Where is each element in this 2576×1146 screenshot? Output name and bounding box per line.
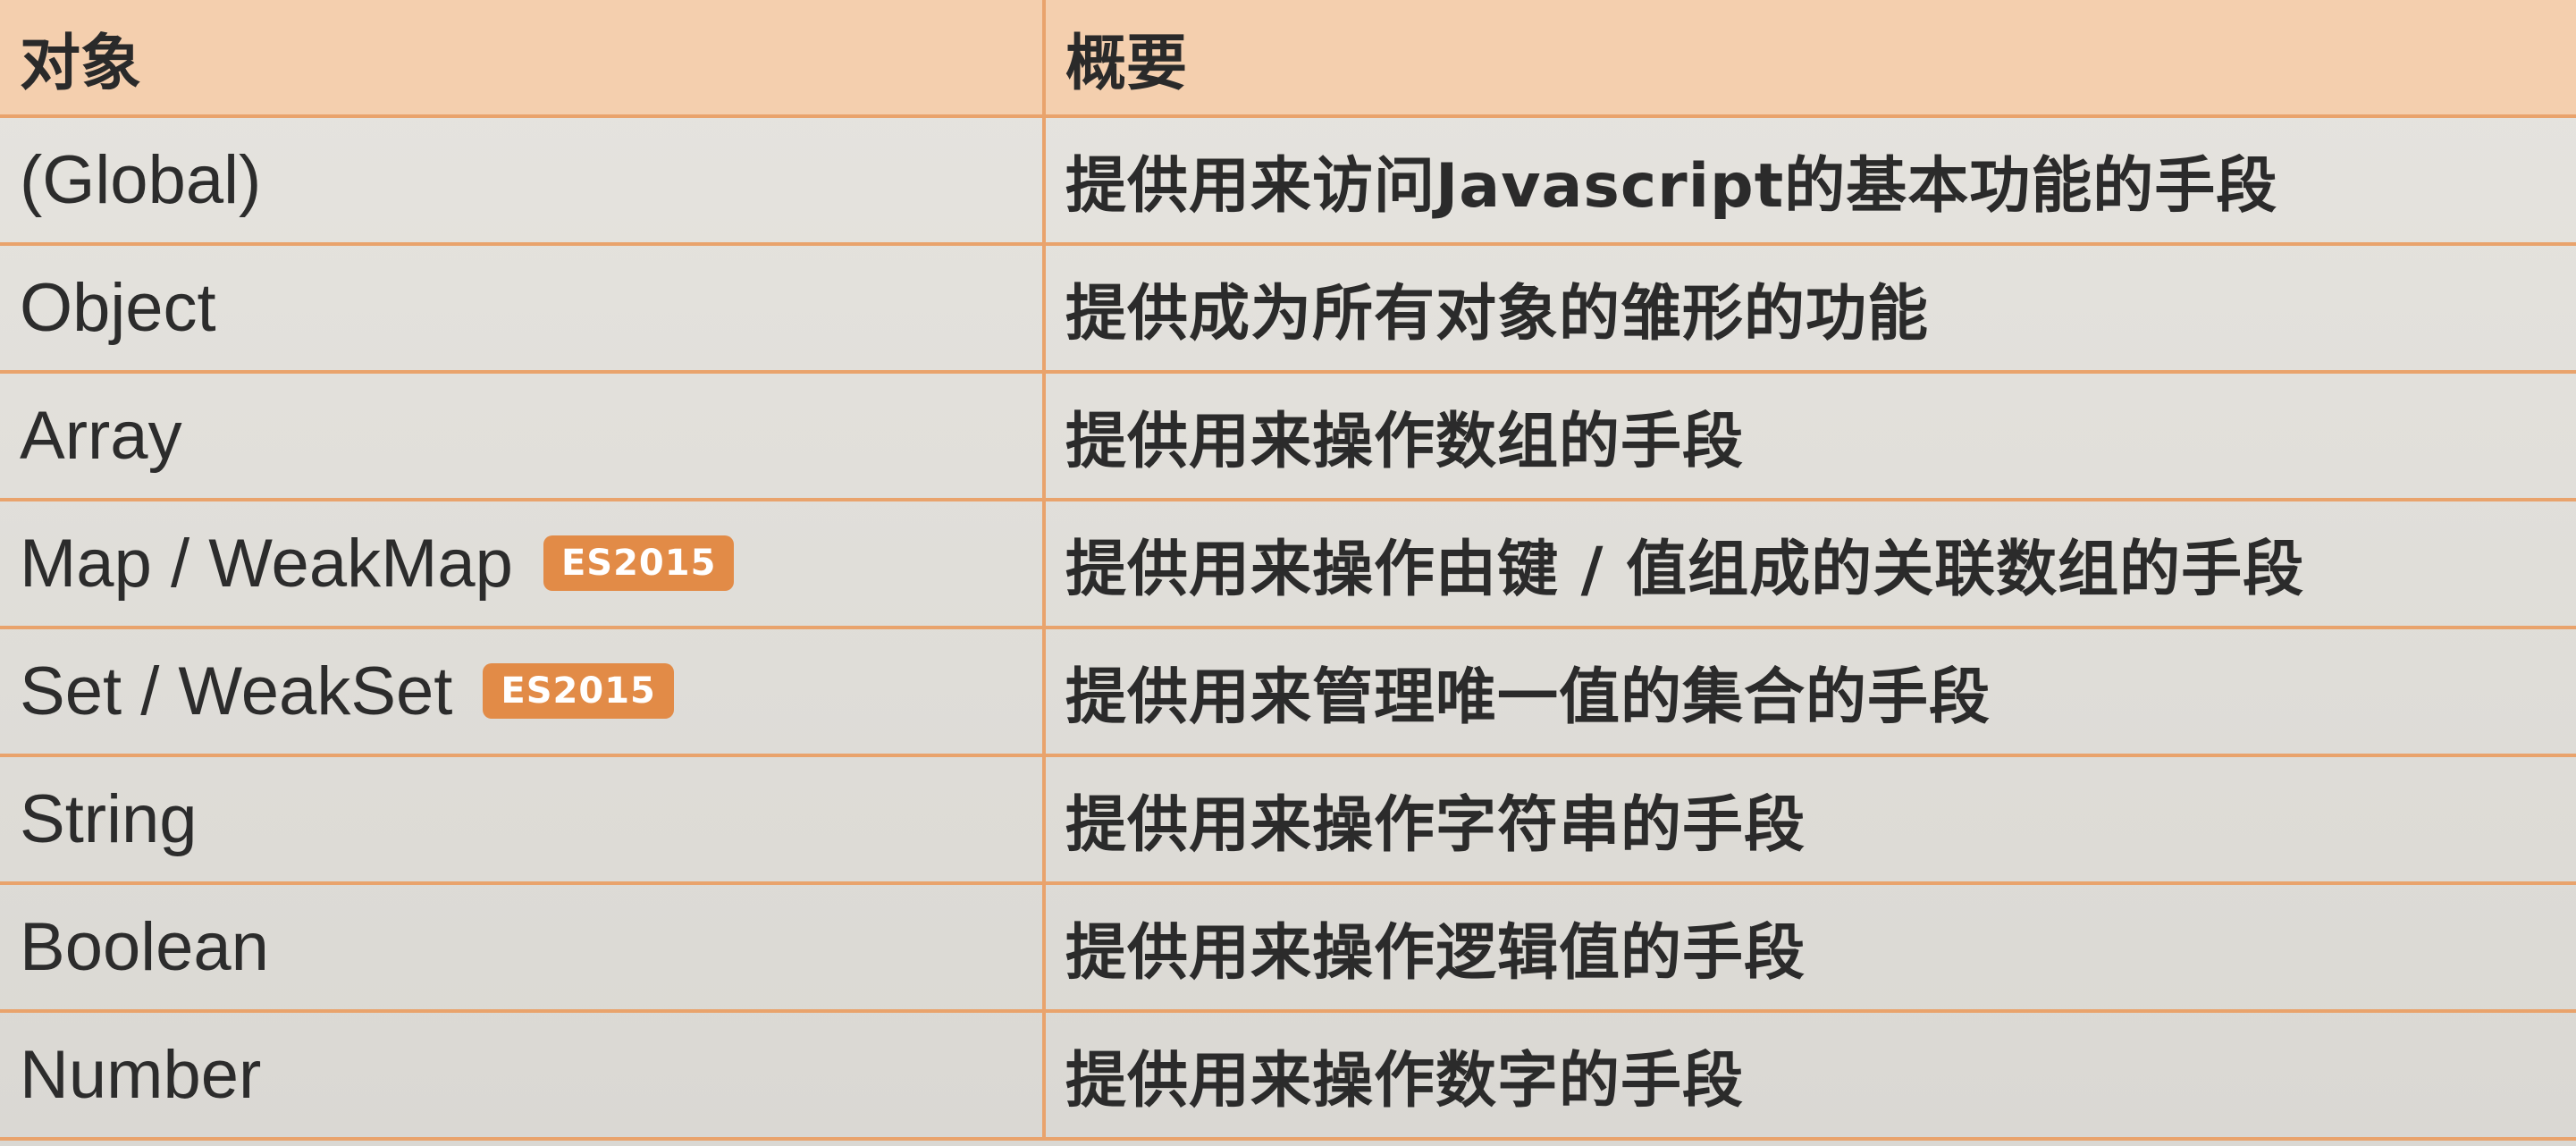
object-name-cell: (Global) [0, 116, 1046, 246]
object-name-cell: Map / WeakMap ES2015 [0, 500, 1046, 629]
object-name: Set / WeakSet [20, 653, 453, 729]
object-name-cell: Set / WeakSet ES2015 [0, 628, 1046, 757]
object-name-cell: Boolean [0, 883, 1046, 1013]
table-row: Object 提供成为所有对象的雏形的功能 [0, 244, 2576, 374]
object-name: (Global) [20, 142, 262, 218]
builtin-objects-table: 对象 概要 (Global) 提供用来访问Javascript的基本功能的手段 … [0, 0, 2576, 1141]
object-name: Boolean [20, 909, 269, 985]
object-name: Object [20, 270, 216, 346]
object-name: Map / WeakMap [20, 526, 513, 602]
table-row: String 提供用来操作字符串的手段 [0, 755, 2576, 885]
table-row: Map / WeakMap ES2015 提供用来操作由键 / 值组成的关联数组的… [0, 500, 2576, 629]
object-summary: 提供用来管理唯一值的集合的手段 [1044, 628, 2576, 757]
table-row: Set / WeakSet ES2015 提供用来管理唯一值的集合的手段 [0, 628, 2576, 757]
object-name: Number [20, 1037, 262, 1113]
object-summary: 提供用来操作数字的手段 [1044, 1011, 2576, 1141]
object-summary: 提供用来操作由键 / 值组成的关联数组的手段 [1044, 500, 2576, 629]
object-summary: 提供成为所有对象的雏形的功能 [1044, 244, 2576, 374]
object-summary: 提供用来访问Javascript的基本功能的手段 [1044, 116, 2576, 246]
table-row: Number 提供用来操作数字的手段 [0, 1011, 2576, 1141]
object-summary: 提供用来操作字符串的手段 [1044, 755, 2576, 885]
header-object: 对象 [0, 0, 1046, 118]
object-name-cell: Object [0, 244, 1046, 374]
table-row: (Global) 提供用来访问Javascript的基本功能的手段 [0, 116, 2576, 246]
table-row: Boolean 提供用来操作逻辑值的手段 [0, 883, 2576, 1013]
table-row: Array 提供用来操作数组的手段 [0, 372, 2576, 501]
object-name: String [20, 781, 198, 857]
object-name-cell: Number [0, 1011, 1046, 1141]
object-name: Array [20, 398, 182, 474]
es2015-badge: ES2015 [543, 535, 735, 592]
object-name-cell: String [0, 755, 1046, 885]
book-page: 对象 概要 (Global) 提供用来访问Javascript的基本功能的手段 … [0, 0, 2576, 1146]
object-summary: 提供用来操作逻辑值的手段 [1044, 883, 2576, 1013]
es2015-badge: ES2015 [483, 663, 674, 720]
object-name-cell: Array [0, 372, 1046, 501]
table-header-row: 对象 概要 [0, 0, 2576, 118]
header-summary: 概要 [1044, 0, 2576, 118]
object-summary: 提供用来操作数组的手段 [1044, 372, 2576, 501]
